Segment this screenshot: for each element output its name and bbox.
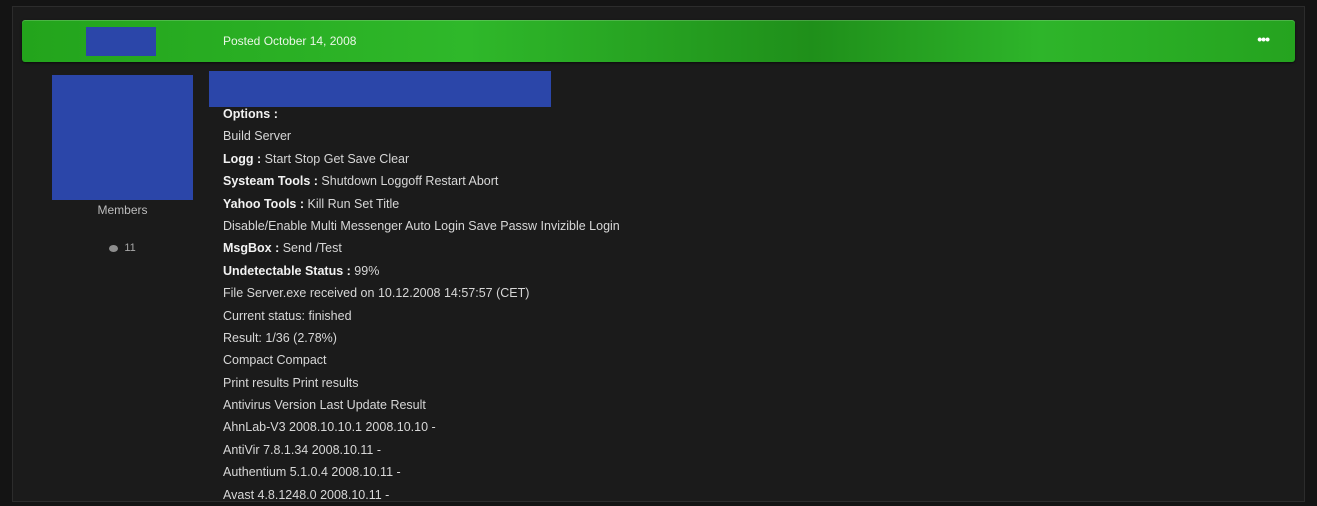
antivirus-row: Avast 4.8.1248.0 2008.10.11 - <box>223 487 390 502</box>
undetectable-line: Undetectable Status : 99% <box>223 260 1283 282</box>
antivirus-row: Authentium 5.1.0.4 2008.10.11 - <box>223 465 401 480</box>
post-date: Posted October 14, 2008 <box>223 34 357 48</box>
yahoo-tools-value: Kill Run Set Title <box>304 196 400 211</box>
systeam-tools-label: Systeam Tools : <box>223 174 318 189</box>
comment-bubble-icon <box>109 244 119 252</box>
post-content: Options : Build Server Logg : Start Stop… <box>223 103 1283 506</box>
print-results-line: Print results Print results <box>223 375 359 390</box>
options-line: Options : <box>223 103 1283 125</box>
undetectable-label: Undetectable Status : <box>223 263 351 278</box>
author-post-count: 11 <box>52 242 193 254</box>
logg-label: Logg : <box>223 151 262 166</box>
yahoo-tools-line: Yahoo Tools : Kill Run Set Title <box>223 193 1283 215</box>
systeam-tools-value: Shutdown Loggoff Restart Abort <box>317 174 499 189</box>
options-label: Options : <box>223 107 278 121</box>
post-count-value: 11 <box>124 242 136 254</box>
msgbox-label: MsgBox : <box>223 241 280 256</box>
result-line: Result: 1/36 (2.78%) <box>223 330 337 345</box>
disable-enable-line: Disable/Enable Multi Messenger Auto Logi… <box>223 218 620 233</box>
antivirus-row: AhnLab-V3 2008.10.10.1 2008.10.10 - <box>223 420 436 435</box>
msgbox-line: MsgBox : Send /Test <box>223 237 1283 259</box>
yahoo-tools-label: Yahoo Tools : <box>223 196 305 211</box>
compact-line: Compact Compact <box>223 353 327 368</box>
build-server-line: Build Server <box>223 129 292 144</box>
antivirus-header-line: Antivirus Version Last Update Result <box>223 398 426 413</box>
file-received-line: File Server.exe received on 10.12.2008 1… <box>223 286 530 301</box>
undetectable-value: 99% <box>350 263 380 278</box>
redacted-post-title <box>209 71 551 107</box>
logg-line: Logg : Start Stop Get Save Clear <box>223 148 1283 170</box>
current-status-line: Current status: finished <box>223 308 352 323</box>
redacted-author-name <box>86 27 156 56</box>
antivirus-row: AntiVir 7.8.1.34 2008.10.11 - <box>223 442 381 457</box>
post-header-bar: Posted October 14, 2008 ••• <box>22 20 1295 62</box>
author-avatar[interactable] <box>52 75 193 200</box>
msgbox-value: Send /Test <box>279 241 342 256</box>
author-group: Members <box>97 203 148 217</box>
systeam-tools-line: Systeam Tools : Shutdown Loggoff Restart… <box>223 170 1283 192</box>
logg-value: Start Stop Get Save Clear <box>261 151 410 166</box>
more-options-icon[interactable]: ••• <box>1257 31 1270 47</box>
